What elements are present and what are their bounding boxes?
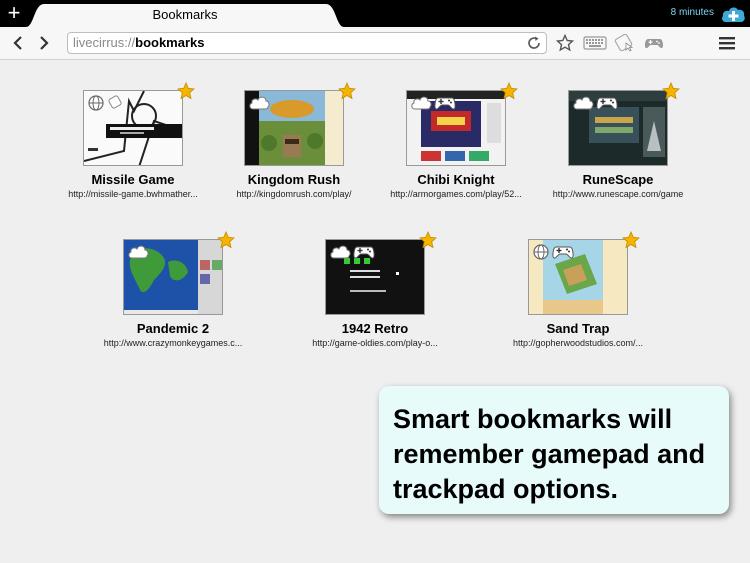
bookmark-sand-trap[interactable]: Sand Trap http://gopherwoodstudios.com/.… — [498, 231, 658, 348]
bookmark-kingdom-rush[interactable]: Kingdom Rush http://kingdomrush.com/play… — [214, 82, 374, 199]
star-icon[interactable] — [177, 82, 195, 100]
bookmark-title: Kingdom Rush — [247, 172, 341, 187]
tab-title: Bookmarks — [152, 7, 218, 22]
bookmark-missile-game[interactable]: Missile Game http://missile-game.bwhmath… — [53, 82, 213, 199]
bookmark-pandemic-2[interactable]: Pandemic 2 http://www.crazymonkeygames.c… — [93, 231, 253, 348]
bookmark-thumbnail-wrap — [123, 231, 235, 315]
bookmark-badges — [410, 94, 456, 112]
cloud-icon — [128, 245, 149, 259]
bookmark-url: http://game-oldies.com/play-o... — [312, 338, 438, 348]
cloud-add-icon[interactable] — [720, 3, 746, 25]
bookmark-thumbnail-wrap — [244, 82, 356, 166]
bookmark-url: http://kingdomrush.com/play/ — [236, 189, 352, 199]
reload-icon[interactable] — [526, 35, 542, 51]
bookmark-title: Chibi Knight — [417, 172, 495, 187]
url-path: bookmarks — [135, 35, 205, 50]
keyboard-icon[interactable] — [583, 34, 607, 52]
gamepad-icon — [434, 97, 456, 110]
bookmark-thumbnail-wrap — [83, 82, 195, 166]
bookmark-thumbnail-wrap — [568, 82, 680, 166]
cloud-icon — [249, 96, 270, 110]
bookmark-url: http://gopherwoodstudios.com/... — [512, 338, 644, 348]
tab-strip: + Bookmarks 8 minutes — [0, 0, 750, 27]
star-icon[interactable] — [217, 231, 235, 249]
bookmark-title: Missile Game — [91, 172, 175, 187]
bookmark-thumbnail-wrap — [325, 231, 437, 315]
back-button[interactable] — [10, 34, 26, 52]
bookmark-chibi-knight[interactable]: Chibi Knight http://armorgames.com/play/… — [376, 82, 536, 199]
session-timer: 8 minutes — [670, 7, 714, 18]
bookmark-title: RuneScape — [582, 172, 654, 187]
bookmark-url: http://missile-game.bwhmather... — [68, 189, 198, 199]
trackpad-icon[interactable] — [614, 34, 636, 52]
chevron-left-icon — [13, 36, 22, 50]
trackpad-icon — [108, 95, 122, 109]
gamepad-icon — [552, 246, 574, 259]
callout-text: Smart bookmarks will remember gamepad an… — [393, 404, 706, 504]
bookmark-badges — [87, 94, 125, 112]
star-icon[interactable] — [500, 82, 518, 100]
bookmark-thumbnail-wrap — [528, 231, 640, 315]
address-bar[interactable]: livecirrus://bookmarks — [67, 32, 547, 54]
bookmark-url: http://www.crazymonkeygames.c... — [103, 338, 243, 348]
star-icon[interactable] — [662, 82, 680, 100]
bookmark-badges — [127, 243, 149, 261]
bookmark-title: 1942 Retro — [341, 321, 409, 336]
new-tab-button[interactable]: + — [4, 2, 24, 24]
star-icon[interactable] — [556, 34, 574, 52]
star-icon[interactable] — [622, 231, 640, 249]
forward-button[interactable] — [36, 34, 52, 52]
cloud-icon — [411, 96, 432, 110]
menu-icon[interactable] — [718, 34, 736, 52]
bookmark-badges — [532, 243, 574, 261]
plus-icon: + — [7, 0, 21, 25]
bookmark-badges — [572, 94, 618, 112]
bookmark-thumbnail-wrap — [406, 82, 518, 166]
info-callout: Smart bookmarks will remember gamepad an… — [379, 386, 729, 514]
star-icon[interactable] — [338, 82, 356, 100]
tab-bookmarks[interactable]: Bookmarks — [26, 4, 344, 27]
bookmark-1942-retro[interactable]: 1942 Retro http://game-oldies.com/play-o… — [295, 231, 455, 348]
bookmark-url: http://armorgames.com/play/52... — [390, 189, 522, 199]
cloud-icon — [573, 96, 594, 110]
bookmark-title: Sand Trap — [546, 321, 610, 336]
gamepad-icon[interactable] — [644, 34, 664, 52]
gamepad-icon — [596, 97, 618, 110]
globe-icon — [533, 244, 549, 260]
bookmark-title: Pandemic 2 — [136, 321, 210, 336]
globe-icon — [88, 95, 104, 111]
bookmark-runescape[interactable]: RuneScape http://www.runescape.com/game — [538, 82, 698, 199]
bookmark-badges — [329, 243, 375, 261]
cloud-icon — [330, 245, 351, 259]
bookmark-badges — [248, 94, 270, 112]
gamepad-icon — [353, 246, 375, 259]
chevron-right-icon — [40, 36, 49, 50]
browser-toolbar: livecirrus://bookmarks — [0, 27, 750, 60]
bookmark-url: http://www.runescape.com/game — [552, 189, 684, 199]
star-icon[interactable] — [419, 231, 437, 249]
url-scheme: livecirrus:// — [73, 35, 136, 50]
